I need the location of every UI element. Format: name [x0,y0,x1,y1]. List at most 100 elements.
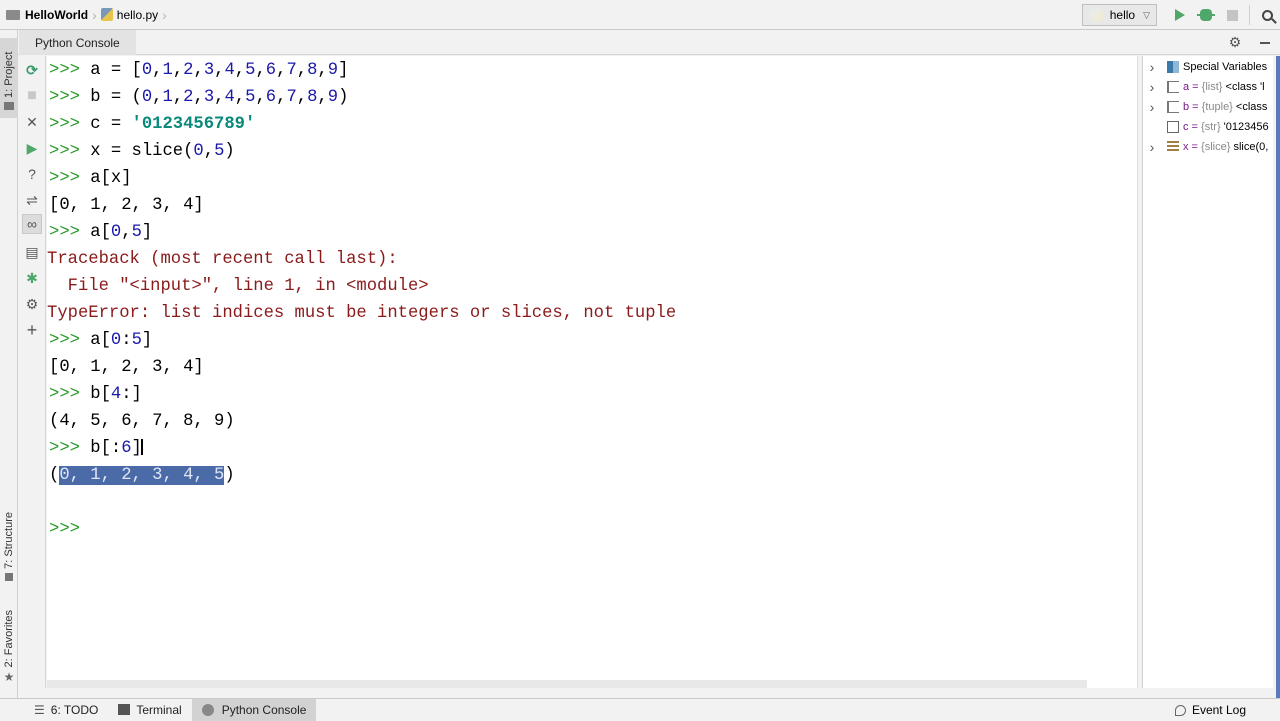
console-text: :] [121,385,142,404]
list-icon: ☰ [34,702,45,717]
event-log-button[interactable]: Event Log [1174,699,1246,721]
folder-icon [4,102,14,110]
event-log-label: Event Log [1191,703,1246,717]
console-text: a[ [90,223,111,242]
console-output[interactable]: >>> a = [0,1,2,3,4,5,6,7,8,9] >>> b = (0,… [47,56,1137,688]
slice-variable-icon [1167,141,1179,153]
console-text: , [121,223,132,242]
console-prompt: >>> [49,385,91,404]
console-prompt: >>> [49,223,91,242]
console-line-input: >>> [49,516,90,543]
gear-icon[interactable]: ⚙ [1228,35,1242,49]
python-config-icon [1088,8,1103,22]
console-text: [0, 1, 2, 3, 4] [49,196,204,215]
console-text: 7 [286,61,297,80]
tab-terminal[interactable]: Terminal [108,699,191,721]
expand-arrow-icon[interactable]: › [1145,79,1159,95]
tab-todo-label: 6: TODO [50,702,99,717]
variable-value: slice(0, [1233,141,1269,153]
console-text: 6 [121,439,132,458]
console-text: c = [90,115,132,134]
show-variables-icon[interactable]: ∞ [22,214,42,234]
console-text: , [317,61,328,80]
rerun-icon[interactable]: ⟳ [22,60,42,80]
tool-tab-project[interactable]: 1: Project [0,38,18,118]
variable-name: b = [1183,101,1202,113]
debug-button[interactable] [1193,3,1219,27]
list-variable-icon [1167,101,1179,113]
console-text: 0 [193,142,204,161]
tab-python-console-bottom[interactable]: Python Console [191,698,317,721]
console-text: ) [224,466,235,485]
console-text: , [172,88,184,107]
expand-arrow-icon[interactable]: › [1145,139,1159,155]
variable-row[interactable]: › a = {list} <class 'l [1143,77,1265,97]
search-icon [1261,9,1273,21]
attach-debugger-icon[interactable]: ✱ [22,268,42,288]
console-text: 3 [203,88,215,107]
variable-text: x = {slice} slice(0, [1183,141,1268,153]
variable-text: c = {str} '0123456 [1183,121,1269,133]
console-text: (4, 5, 6, 7, 8, 9) [49,412,235,431]
right-scroll-indicator [1276,56,1280,698]
console-text: b = ( [90,88,142,107]
help-icon[interactable]: ? [22,164,42,184]
settings-icon[interactable]: ⚙ [22,294,42,314]
stop-icon [1226,9,1238,21]
console-text: , [317,88,328,107]
tab-todo[interactable]: ☰ 6: TODO [24,699,108,721]
tool-tab-label: 2: Favorites [3,610,15,668]
variable-type: {slice} [1201,141,1234,153]
close-icon[interactable]: ✕ [22,112,42,132]
console-text: ( [49,466,60,485]
console-text: a = [ [90,61,142,80]
history-icon[interactable]: ▤ [22,242,42,262]
console-text: ] [141,223,153,242]
console-text: 4 [224,88,235,107]
variable-row[interactable]: › b = {tuple} <class [1143,97,1268,117]
execute-icon[interactable]: ▶ [22,138,42,158]
console-line-input: >>> b = (0,1,2,3,4,5,6,7,8,9) [49,84,348,111]
run-configuration-select[interactable]: hello ▽ [1081,4,1157,26]
tool-tab-favorites[interactable]: 2: Favorites ★ [0,610,18,690]
new-console-icon[interactable]: + [22,320,42,340]
run-icon [1175,9,1185,21]
variable-value: '0123456 [1223,121,1269,133]
console-text: , [152,61,163,80]
console-text: [0, 1, 2, 3, 4] [49,358,204,377]
tab-python-console[interactable]: Python Console [19,30,136,55]
console-text: 0 [141,88,153,107]
chevron-down-icon: ▽ [1143,9,1150,20]
console-text: ) [338,88,349,107]
str-variable-icon [1167,121,1179,133]
console-line-output: (4, 5, 6, 7, 8, 9) [49,408,235,435]
console-prompt: >>> [49,142,91,161]
tool-tab-structure[interactable]: 7: Structure [0,512,18,598]
expand-arrow-icon[interactable]: › [1145,59,1159,75]
soft-wrap-icon[interactable]: ⇌ [22,190,42,210]
stop-button[interactable] [1219,3,1245,27]
stop-icon[interactable]: ■ [22,86,42,106]
variable-row[interactable]: › Special Variables [1143,57,1268,77]
tool-tab-label: 1: Project [3,51,15,98]
breadcrumb-file[interactable]: hello.py [117,8,158,22]
tab-python-console-label: Python Console [221,702,307,717]
run-button[interactable] [1167,3,1193,27]
minimize-icon[interactable] [1260,42,1270,44]
console-prompt: >>> [49,61,91,80]
expand-arrow-icon[interactable]: › [1145,99,1159,115]
console-text: 5 [214,142,225,161]
horizontal-scrollbar[interactable] [47,680,1087,688]
console-line-error: TypeError: list indices must be integers… [47,300,676,327]
console-text: , [255,88,266,107]
console-line-input: >>> b[:6] [49,435,143,462]
console-text: File "<input>", line 1, in <module> [47,277,429,296]
variable-row[interactable]: c = {str} '0123456 [1143,117,1269,137]
search-everywhere-button[interactable] [1254,3,1280,27]
breadcrumb-project[interactable]: HelloWorld [25,8,88,22]
console-text: 0 [141,61,153,80]
breadcrumb-separator: › [162,6,167,23]
variable-row[interactable]: › x = {slice} slice(0, [1143,137,1269,157]
console-text: , [255,61,266,80]
console-text: 7 [286,88,297,107]
